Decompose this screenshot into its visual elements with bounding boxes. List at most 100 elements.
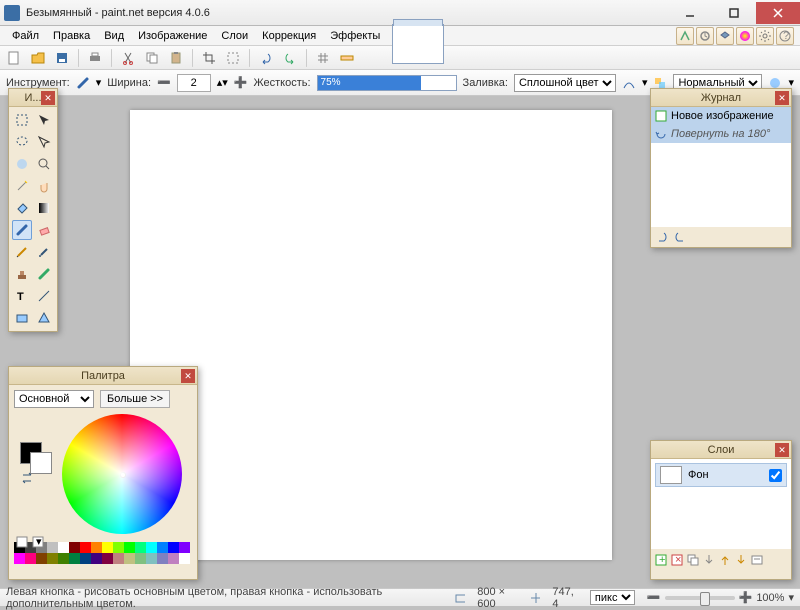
move-selection-tool[interactable]: [34, 132, 54, 152]
zoom-dropdown-icon[interactable]: ▾: [788, 591, 794, 604]
copy-icon[interactable]: [142, 48, 162, 68]
width-input[interactable]: [177, 74, 211, 92]
settings-icon[interactable]: [756, 27, 774, 45]
palette-color[interactable]: [91, 542, 102, 553]
redo-icon[interactable]: [673, 230, 687, 244]
menu-edit[interactable]: Правка: [47, 28, 96, 44]
fill-tool[interactable]: [12, 198, 32, 218]
close-icon[interactable]: ✕: [181, 369, 195, 383]
open-icon[interactable]: [28, 48, 48, 68]
rect-tool[interactable]: [12, 308, 32, 328]
close-button[interactable]: [756, 2, 800, 24]
clone-tool[interactable]: [12, 264, 32, 284]
close-icon[interactable]: ✕: [775, 91, 789, 105]
ruler-icon[interactable]: [337, 48, 357, 68]
shapes-tool[interactable]: [34, 308, 54, 328]
history-item[interactable]: Новое изображение: [651, 107, 791, 125]
history-panel-header[interactable]: Журнал ✕: [651, 89, 791, 107]
palette-color[interactable]: [168, 542, 179, 553]
rect-select-tool[interactable]: [12, 110, 32, 130]
line-tool[interactable]: [34, 286, 54, 306]
recolor-tool[interactable]: [34, 264, 54, 284]
palette-color[interactable]: [124, 553, 135, 564]
palette-color[interactable]: [168, 553, 179, 564]
lasso-tool[interactable]: [12, 132, 32, 152]
palette-color[interactable]: [135, 553, 146, 564]
palette-color[interactable]: [157, 553, 168, 564]
more-button[interactable]: Больше >>: [100, 390, 170, 408]
move-down-icon[interactable]: [734, 553, 748, 567]
layer-visible-checkbox[interactable]: [769, 469, 782, 482]
palette-color[interactable]: [36, 553, 47, 564]
close-icon[interactable]: ✕: [775, 443, 789, 457]
palette-color[interactable]: [102, 553, 113, 564]
deselect-icon[interactable]: [223, 48, 243, 68]
gradient-tool[interactable]: [34, 198, 54, 218]
zoom-slider[interactable]: [665, 596, 735, 600]
tools-toggle-icon[interactable]: [676, 27, 694, 45]
eraser-tool[interactable]: [34, 220, 54, 240]
cut-icon[interactable]: [118, 48, 138, 68]
menu-adjust[interactable]: Коррекция: [256, 28, 322, 44]
new-icon[interactable]: [4, 48, 24, 68]
crop-icon[interactable]: [199, 48, 219, 68]
layer-row[interactable]: Фон: [655, 463, 787, 487]
palette-color[interactable]: [113, 553, 124, 564]
history-item[interactable]: Повернуть на 180°: [651, 125, 791, 143]
palette-color[interactable]: [179, 553, 190, 564]
duplicate-layer-icon[interactable]: [686, 553, 700, 567]
redo-icon[interactable]: [280, 48, 300, 68]
tool-dropdown-icon[interactable]: ▾: [96, 76, 102, 89]
layers-panel[interactable]: Слои ✕ Фон + ×: [650, 440, 792, 580]
close-icon[interactable]: ✕: [41, 91, 55, 105]
palette-color[interactable]: [146, 542, 157, 553]
paintbrush-tool[interactable]: [12, 220, 32, 240]
paste-icon[interactable]: [166, 48, 186, 68]
print-icon[interactable]: [85, 48, 105, 68]
help-icon[interactable]: ?: [776, 27, 794, 45]
palette-color[interactable]: [58, 553, 69, 564]
palette-color[interactable]: [91, 553, 102, 564]
current-tool-icon[interactable]: [76, 73, 90, 93]
undo-icon[interactable]: [655, 230, 669, 244]
palette-panel[interactable]: Палитра ✕ Основной Больше >>: [8, 366, 198, 580]
palette-color[interactable]: [146, 553, 157, 564]
palette-color[interactable]: [69, 553, 80, 564]
history-toggle-icon[interactable]: [696, 27, 714, 45]
move-up-icon[interactable]: [718, 553, 732, 567]
delete-layer-icon[interactable]: ×: [670, 553, 684, 567]
zoom-in-icon[interactable]: ➕: [739, 591, 753, 604]
color-wheel[interactable]: [62, 414, 182, 534]
palette-color[interactable]: [135, 542, 146, 553]
palette-color[interactable]: [69, 542, 80, 553]
add-palette-icon[interactable]: [15, 535, 29, 549]
tools-panel[interactable]: И... ✕ T: [8, 88, 58, 332]
tools-panel-header[interactable]: И... ✕: [9, 89, 57, 107]
width-decrease-icon[interactable]: ➖: [157, 73, 171, 93]
zoom-tool[interactable]: [34, 154, 54, 174]
palette-color[interactable]: [47, 553, 58, 564]
color-mode-select[interactable]: Основной: [14, 390, 94, 408]
minimize-button[interactable]: [668, 2, 712, 24]
layers-panel-header[interactable]: Слои ✕: [651, 441, 791, 459]
palette-color[interactable]: [80, 542, 91, 553]
magic-wand-tool[interactable]: [12, 176, 32, 196]
palette-color[interactable]: [157, 542, 168, 553]
menu-view[interactable]: Вид: [98, 28, 130, 44]
units-select[interactable]: пикс: [590, 590, 635, 605]
palette-menu-icon[interactable]: ▾: [31, 535, 45, 549]
menu-effects[interactable]: Эффекты: [324, 28, 386, 44]
palette-color[interactable]: [14, 553, 25, 564]
text-tool[interactable]: T: [12, 286, 32, 306]
move-tool[interactable]: [34, 110, 54, 130]
zoom-out-icon[interactable]: ➖: [647, 591, 661, 604]
maximize-button[interactable]: [712, 2, 756, 24]
palette-color[interactable]: [58, 542, 69, 553]
undo-icon[interactable]: [256, 48, 276, 68]
canvas[interactable]: [130, 110, 612, 560]
layers-toggle-icon[interactable]: [716, 27, 734, 45]
palette-color[interactable]: [124, 542, 135, 553]
add-layer-icon[interactable]: +: [654, 553, 668, 567]
pan-tool[interactable]: [34, 176, 54, 196]
properties-icon[interactable]: [750, 553, 764, 567]
